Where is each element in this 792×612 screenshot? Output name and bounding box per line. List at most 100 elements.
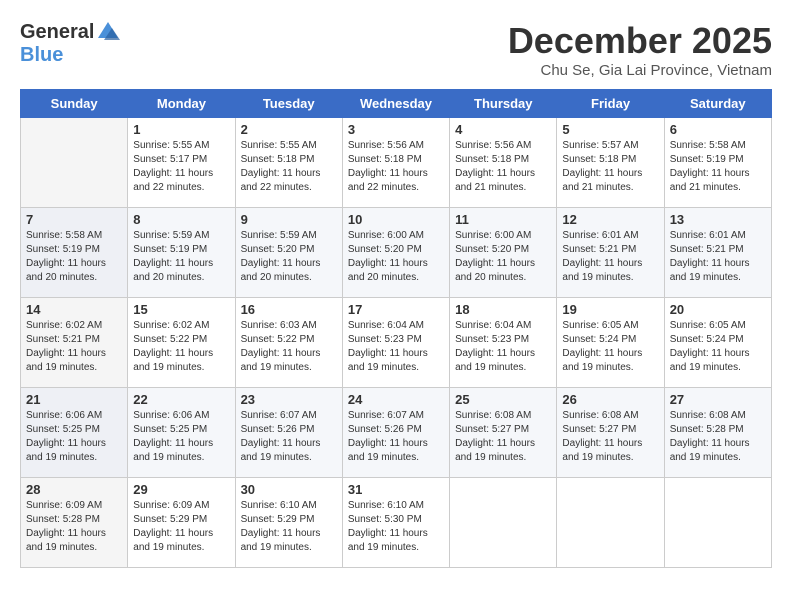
header-friday: Friday: [557, 90, 664, 118]
day-info: Sunrise: 6:05 AMSunset: 5:24 PMDaylight:…: [670, 319, 766, 375]
calendar-cell: 10 Sunrise: 6:00 AMSunset: 5:20 PMDayligh…: [342, 208, 449, 298]
calendar-cell: 25Sunrise: 6:08 AMSunset: 5:27 PMDayligh…: [450, 388, 557, 478]
calendar-cell: 29 Sunrise: 6:09 AMSunset: 5:29 PMDayligh…: [128, 478, 235, 568]
calendar-cell: 31Sunrise: 6:10 AMSunset: 5:30 PMDayligh…: [342, 478, 449, 568]
calendar-cell: 14 Sunrise: 6:02 AMSunset: 5:21 PMDayligh…: [21, 298, 128, 388]
calendar-week-5: 28 Sunrise: 6:09 AMSunset: 5:28 PMDayligh…: [21, 478, 772, 568]
day-info: Sunrise: 5:55 AMSunset: 5:18 PMDaylight:…: [241, 139, 337, 195]
calendar-cell: 7Sunrise: 5:58 AMSunset: 5:19 PMDaylight…: [21, 208, 128, 298]
title-section: December 2025 Chu Se, Gia Lai Province, …: [508, 20, 772, 79]
calendar-cell: 3 Sunrise: 5:56 AMSunset: 5:18 PMDaylight…: [342, 118, 449, 208]
logo-icon: [96, 20, 120, 44]
header-sunday: Sunday: [21, 90, 128, 118]
calendar-week-3: 14 Sunrise: 6:02 AMSunset: 5:21 PMDayligh…: [21, 298, 772, 388]
day-info: Sunrise: 6:09 AMSunset: 5:28 PMDaylight:…: [26, 499, 122, 555]
day-info: Sunrise: 6:03 AMSunset: 5:22 PMDaylight:…: [241, 319, 337, 375]
calendar-cell: 21 Sunrise: 6:06 AMSunset: 5:25 PMDayligh…: [21, 388, 128, 478]
day-info: Sunrise: 6:10 AMSunset: 5:29 PMDaylight:…: [241, 499, 337, 555]
calendar-cell: 5 Sunrise: 5:57 AMSunset: 5:18 PMDaylight…: [557, 118, 664, 208]
logo-blue-text: Blue: [20, 44, 63, 67]
day-info: Sunrise: 6:04 AMSunset: 5:23 PMDaylight:…: [348, 319, 444, 375]
day-info: Sunrise: 6:08 AMSunset: 5:28 PMDaylight:…: [670, 409, 766, 465]
day-number: 20: [670, 302, 766, 317]
day-number: 25: [455, 392, 551, 407]
day-number: 24: [348, 392, 444, 407]
day-number: 4: [455, 122, 551, 137]
day-number: 27: [670, 392, 766, 407]
day-info: Sunrise: 6:05 AMSunset: 5:24 PMDaylight:…: [562, 319, 658, 375]
day-number: 2: [241, 122, 337, 137]
day-info: Sunrise: 6:04 AMSunset: 5:23 PMDaylight:…: [455, 319, 551, 375]
calendar-cell: 13 Sunrise: 6:01 AMSunset: 5:21 PMDayligh…: [664, 208, 771, 298]
day-info: Sunrise: 5:56 AMSunset: 5:18 PMDaylight:…: [455, 139, 551, 195]
day-info: Sunrise: 6:02 AMSunset: 5:21 PMDaylight:…: [26, 319, 122, 375]
calendar-cell: 6Sunrise: 5:58 AMSunset: 5:19 PMDaylight…: [664, 118, 771, 208]
day-info: Sunrise: 5:56 AMSunset: 5:18 PMDaylight:…: [348, 139, 444, 195]
day-info: Sunrise: 6:01 AMSunset: 5:21 PMDaylight:…: [562, 229, 658, 285]
day-number: 23: [241, 392, 337, 407]
day-number: 21: [26, 392, 122, 407]
day-info: Sunrise: 6:01 AMSunset: 5:21 PMDaylight:…: [670, 229, 766, 285]
day-number: 10: [348, 212, 444, 227]
day-number: 1: [133, 122, 229, 137]
day-number: 12: [562, 212, 658, 227]
day-number: 6: [670, 122, 766, 137]
calendar-week-2: 7Sunrise: 5:58 AMSunset: 5:19 PMDaylight…: [21, 208, 772, 298]
calendar-week-1: 1Sunrise: 5:55 AMSunset: 5:17 PMDaylight…: [21, 118, 772, 208]
day-info: Sunrise: 5:59 AMSunset: 5:20 PMDaylight:…: [241, 229, 337, 285]
day-number: 17: [348, 302, 444, 317]
day-number: 18: [455, 302, 551, 317]
calendar-cell: 15 Sunrise: 6:02 AMSunset: 5:22 PMDayligh…: [128, 298, 235, 388]
calendar-cell: 12 Sunrise: 6:01 AMSunset: 5:21 PMDayligh…: [557, 208, 664, 298]
calendar-cell: 27 Sunrise: 6:08 AMSunset: 5:28 PMDayligh…: [664, 388, 771, 478]
calendar-cell: [21, 118, 128, 208]
day-info: Sunrise: 6:00 AMSunset: 5:20 PMDaylight:…: [455, 229, 551, 285]
day-number: 11: [455, 212, 551, 227]
day-number: 14: [26, 302, 122, 317]
calendar-cell: 23Sunrise: 6:07 AMSunset: 5:26 PMDayligh…: [235, 388, 342, 478]
day-number: 30: [241, 482, 337, 497]
calendar-cell: 4 Sunrise: 5:56 AMSunset: 5:18 PMDaylight…: [450, 118, 557, 208]
header-thursday: Thursday: [450, 90, 557, 118]
calendar-cell: 24Sunrise: 6:07 AMSunset: 5:26 PMDayligh…: [342, 388, 449, 478]
calendar-cell: 18 Sunrise: 6:04 AMSunset: 5:23 PMDayligh…: [450, 298, 557, 388]
day-number: 16: [241, 302, 337, 317]
day-info: Sunrise: 6:09 AMSunset: 5:29 PMDaylight:…: [133, 499, 229, 555]
day-info: Sunrise: 6:08 AMSunset: 5:27 PMDaylight:…: [562, 409, 658, 465]
day-number: 5: [562, 122, 658, 137]
day-number: 8: [133, 212, 229, 227]
calendar-cell: [664, 478, 771, 568]
header-tuesday: Tuesday: [235, 90, 342, 118]
calendar-cell: 8Sunrise: 5:59 AMSunset: 5:19 PMDaylight…: [128, 208, 235, 298]
logo: General Blue: [20, 20, 120, 67]
day-info: Sunrise: 6:06 AMSunset: 5:25 PMDaylight:…: [26, 409, 122, 465]
day-number: 22: [133, 392, 229, 407]
calendar-week-4: 21 Sunrise: 6:06 AMSunset: 5:25 PMDayligh…: [21, 388, 772, 478]
day-number: 28: [26, 482, 122, 497]
header-monday: Monday: [128, 90, 235, 118]
day-number: 9: [241, 212, 337, 227]
page-header: General Blue December 2025 Chu Se, Gia L…: [20, 20, 772, 79]
calendar-cell: 20 Sunrise: 6:05 AMSunset: 5:24 PMDayligh…: [664, 298, 771, 388]
day-info: Sunrise: 5:57 AMSunset: 5:18 PMDaylight:…: [562, 139, 658, 195]
calendar-header-row: SundayMondayTuesdayWednesdayThursdayFrid…: [21, 90, 772, 118]
calendar-cell: 28 Sunrise: 6:09 AMSunset: 5:28 PMDayligh…: [21, 478, 128, 568]
day-info: Sunrise: 6:10 AMSunset: 5:30 PMDaylight:…: [348, 499, 444, 555]
day-number: 19: [562, 302, 658, 317]
calendar-cell: 2 Sunrise: 5:55 AMSunset: 5:18 PMDaylight…: [235, 118, 342, 208]
day-number: 3: [348, 122, 444, 137]
calendar-cell: [557, 478, 664, 568]
day-number: 15: [133, 302, 229, 317]
header-wednesday: Wednesday: [342, 90, 449, 118]
day-info: Sunrise: 6:00 AMSunset: 5:20 PMDaylight:…: [348, 229, 444, 285]
logo-general-text: General: [20, 21, 94, 44]
calendar-cell: 17 Sunrise: 6:04 AMSunset: 5:23 PMDayligh…: [342, 298, 449, 388]
calendar-cell: 19 Sunrise: 6:05 AMSunset: 5:24 PMDayligh…: [557, 298, 664, 388]
header-saturday: Saturday: [664, 90, 771, 118]
calendar-cell: 16 Sunrise: 6:03 AMSunset: 5:22 PMDayligh…: [235, 298, 342, 388]
day-info: Sunrise: 6:02 AMSunset: 5:22 PMDaylight:…: [133, 319, 229, 375]
day-number: 26: [562, 392, 658, 407]
day-number: 29: [133, 482, 229, 497]
day-number: 13: [670, 212, 766, 227]
calendar-cell: [450, 478, 557, 568]
